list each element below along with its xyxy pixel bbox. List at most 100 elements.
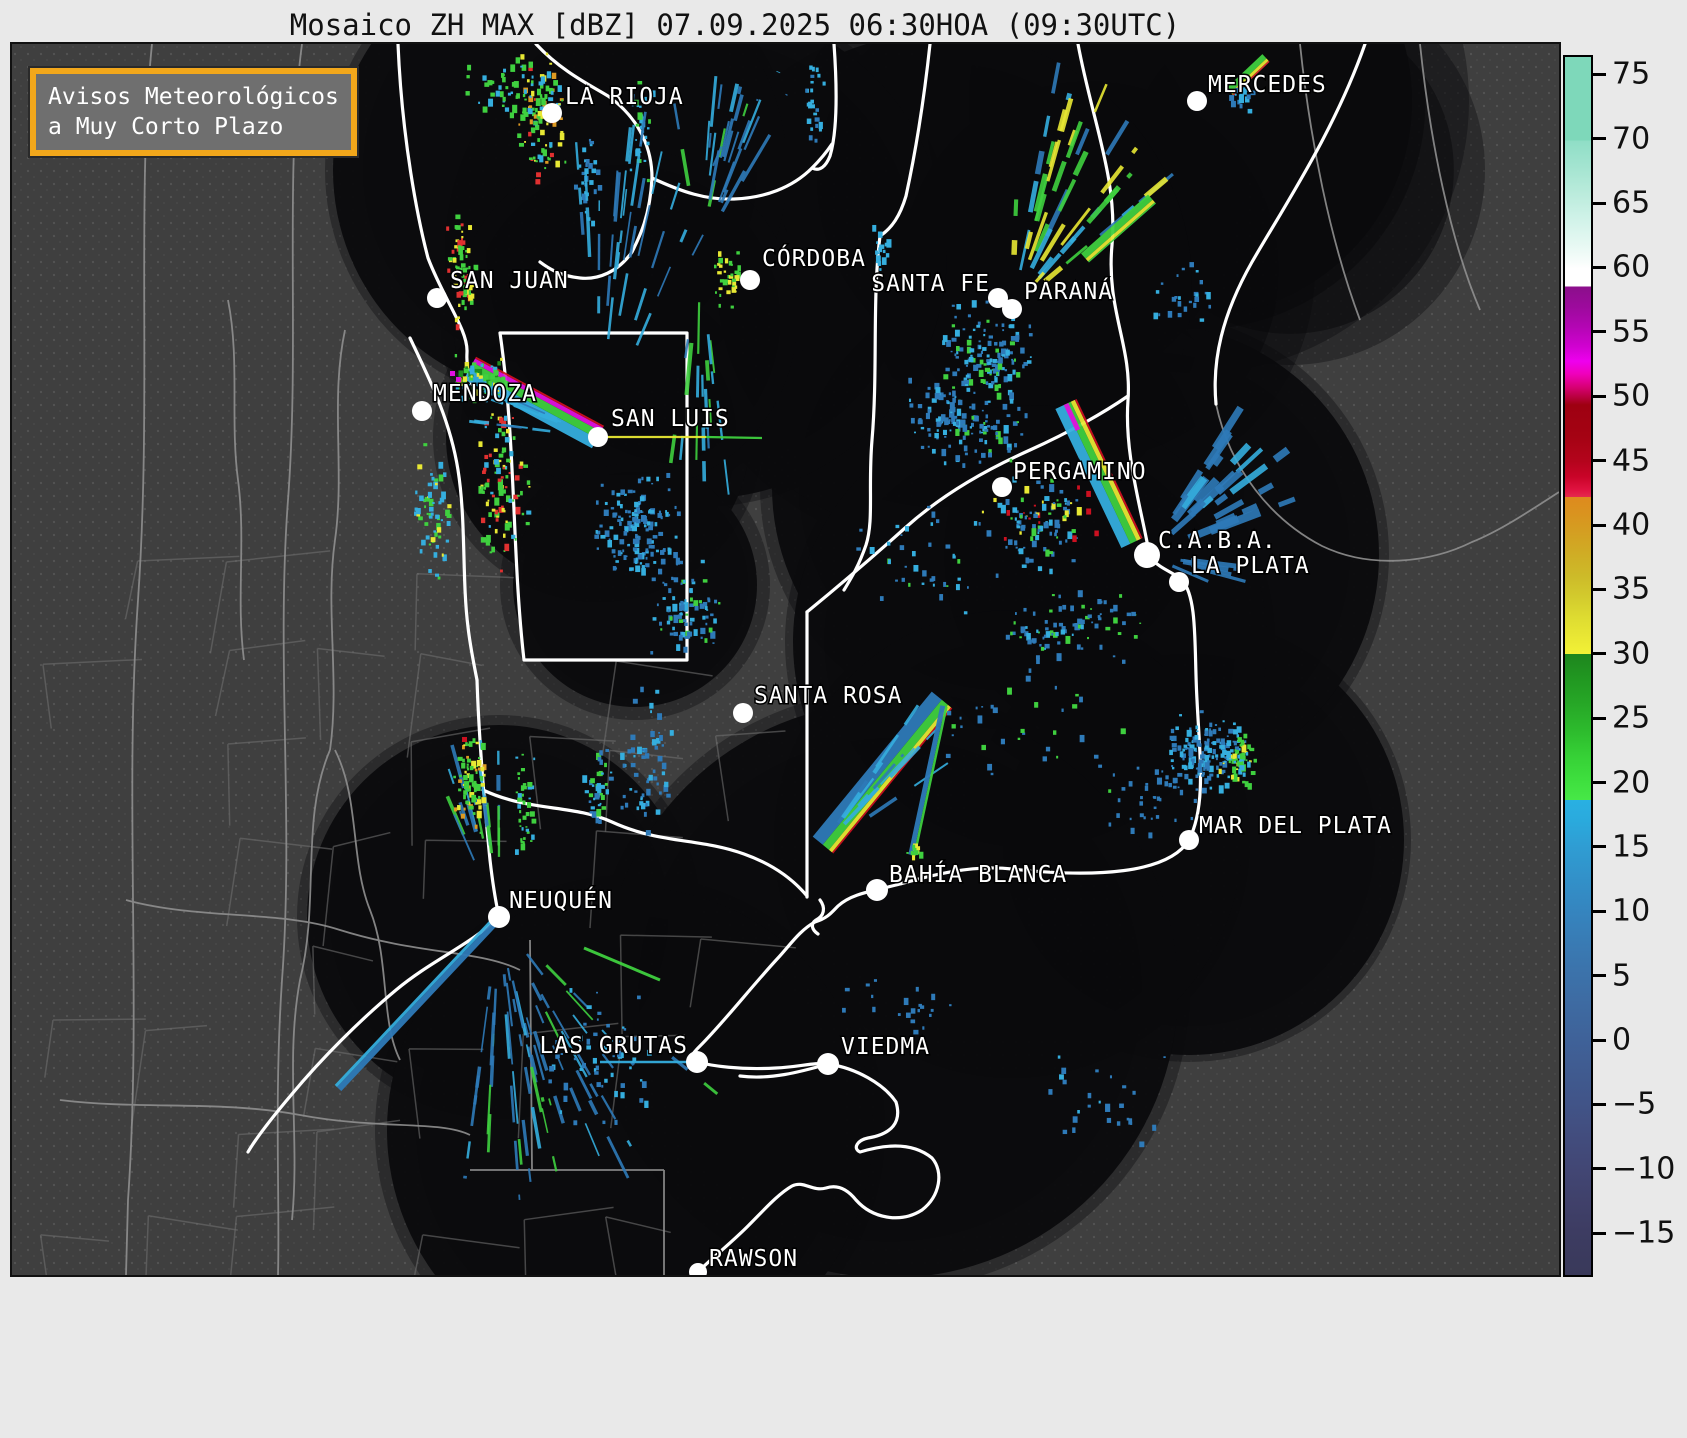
radar-echo [644, 1100, 649, 1108]
radar-echo [1001, 354, 1005, 357]
radar-echo [482, 106, 488, 113]
radar-echo [1058, 622, 1064, 627]
radar-echo-beam [579, 211, 585, 235]
radar-echo [523, 464, 529, 468]
radar-echo [954, 353, 957, 357]
radar-echo [732, 281, 737, 286]
radar-echo [899, 545, 905, 551]
radar-echo [1014, 540, 1018, 546]
radar-echo [493, 459, 499, 465]
radar-echo [435, 544, 440, 549]
radar-echo [1161, 770, 1164, 773]
radar-echo [1064, 498, 1068, 503]
radar-echo [500, 357, 503, 361]
radar-echo [545, 160, 549, 164]
radar-echo [927, 505, 931, 509]
radar-echo [897, 1013, 901, 1016]
radar-echo [660, 558, 666, 565]
radar-echo [1077, 590, 1083, 598]
radar-echo [1036, 658, 1040, 665]
radar-echo [719, 293, 722, 297]
radar-echo [964, 359, 969, 365]
radar-echo [515, 506, 521, 515]
radar-echo [550, 90, 554, 95]
radar-echo [458, 779, 463, 783]
radar-echo [1091, 621, 1094, 624]
radar-echo-beam [785, 93, 788, 96]
radar-echo [662, 581, 665, 584]
radar-echo [1216, 765, 1219, 770]
city-dot [733, 703, 753, 723]
radar-echo-beam [585, 207, 592, 257]
colorbar-tick-label: 75 [1612, 56, 1651, 92]
radar-echo [969, 406, 972, 409]
radar-echo [1087, 614, 1092, 619]
radar-echo [1232, 753, 1237, 759]
radar-echo [1051, 632, 1054, 636]
radar-echo [438, 535, 442, 539]
radar-echo [480, 537, 487, 543]
radar-echo [1233, 740, 1237, 746]
radar-echo [666, 472, 671, 478]
radar-echo [598, 819, 602, 824]
radar-echo [1020, 728, 1025, 733]
radar-echo [619, 539, 625, 545]
radar-echo [969, 348, 975, 353]
radar-echo [593, 189, 597, 195]
radar-echo [1053, 622, 1057, 628]
radar-echo [810, 127, 814, 131]
radar-echo [948, 444, 952, 448]
radar-echo [1206, 292, 1211, 300]
radar-echo [581, 181, 585, 185]
radar-echo [1226, 740, 1232, 747]
alert-avisos-box[interactable]: Avisos Meteorológicos a Muy Corto Plazo [28, 66, 359, 158]
radar-echo [1218, 785, 1224, 794]
radar-echo [644, 135, 648, 140]
radar-echo [904, 565, 907, 568]
radar-echo [1008, 539, 1013, 545]
radar-echo [1204, 778, 1209, 785]
radar-echo [956, 304, 962, 310]
radar-echo [1029, 558, 1034, 563]
radar-echo [450, 371, 455, 376]
radar-echo [1253, 758, 1257, 763]
radar-echo [879, 596, 884, 601]
radar-echo [509, 112, 515, 119]
radar-echo [913, 431, 916, 434]
radar-echo [859, 528, 863, 532]
radar-echo [691, 578, 695, 583]
radar-echo [662, 597, 666, 600]
radar-echo [599, 792, 603, 796]
radar-echo [842, 1007, 846, 1013]
radar-echo [661, 744, 664, 747]
colorbar-tick-label: 20 [1612, 765, 1651, 801]
radar-echo [531, 75, 534, 79]
radar-echo [659, 735, 663, 741]
city-dot [992, 477, 1012, 497]
radar-echo [496, 467, 501, 475]
radar-echo [656, 782, 659, 786]
radar-echo [629, 567, 634, 571]
radar-echo [1191, 761, 1195, 766]
radar-echo [666, 620, 671, 625]
radar-echo [1226, 750, 1231, 759]
radar-echo [1054, 532, 1057, 537]
radar-echo [546, 122, 549, 126]
radar-echo [506, 458, 510, 463]
radar-echo [620, 1092, 625, 1099]
radar-echo [1237, 737, 1242, 743]
radar-echo [942, 335, 948, 342]
radar-echo [1041, 500, 1044, 504]
radar-echo [634, 790, 638, 793]
radar-echo [666, 793, 671, 798]
colorbar-tick-label: 35 [1612, 571, 1651, 607]
radar-echo [917, 404, 923, 409]
radar-echo [1177, 312, 1182, 318]
radar-echo [478, 795, 481, 800]
radar-echo [952, 390, 956, 397]
radar-echo [1026, 633, 1031, 641]
radar-echo [519, 810, 522, 814]
radar-echo [482, 75, 487, 81]
radar-echo [1031, 540, 1037, 548]
radar-echo [614, 1090, 618, 1098]
